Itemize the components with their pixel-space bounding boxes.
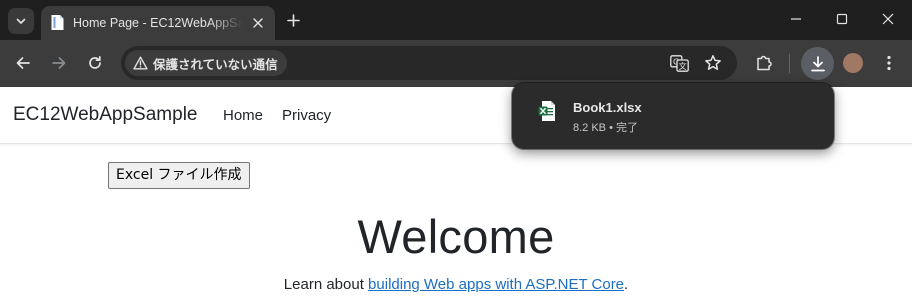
create-excel-button[interactable]: Excel ファイル作成: [108, 162, 250, 189]
svg-text:文: 文: [678, 61, 686, 71]
warning-icon: [133, 56, 148, 70]
close-icon: [253, 18, 263, 28]
browser-window: Home Page - EC12WebAppSample: [0, 0, 912, 301]
bookmark-button[interactable]: [703, 53, 723, 73]
address-bar[interactable]: 保護されていない通信 G 文: [121, 46, 737, 80]
tab-search-button[interactable]: [8, 8, 34, 34]
chevron-down-icon: [16, 18, 26, 24]
download-bubble: Book1.xlsx 8.2 KB • 完了: [512, 83, 834, 149]
plus-icon: [286, 13, 300, 27]
reload-button[interactable]: [80, 48, 110, 78]
profile-avatar[interactable]: [843, 53, 863, 73]
security-label: 保護されていない通信: [153, 57, 278, 72]
security-chip[interactable]: 保護されていない通信: [125, 50, 287, 76]
download-file-name[interactable]: Book1.xlsx: [573, 100, 642, 115]
tab-strip: Home Page - EC12WebAppSample: [0, 0, 912, 40]
site-brand-link[interactable]: EC12WebAppSample: [13, 104, 197, 126]
star-icon: [705, 55, 721, 70]
minimize-button[interactable]: [773, 0, 819, 38]
browser-menu-button[interactable]: [874, 48, 904, 78]
back-button[interactable]: [8, 48, 38, 78]
learn-about-text: Learn about building Web apps with ASP.N…: [0, 275, 912, 295]
new-tab-button[interactable]: [281, 8, 305, 32]
forward-button[interactable]: [44, 48, 74, 78]
maximize-button[interactable]: [819, 0, 865, 38]
tab-title: Home Page - EC12WebAppSample: [73, 16, 243, 30]
aspnet-core-link[interactable]: building Web apps with ASP.NET Core: [368, 276, 624, 293]
close-icon: [882, 13, 894, 25]
download-status: 8.2 KB • 完了: [573, 122, 638, 134]
minimize-icon: [791, 18, 801, 20]
browser-toolbar: 保護されていない通信 G 文: [0, 40, 912, 87]
kebab-menu-icon: [887, 55, 891, 71]
arrow-left-icon: [16, 57, 30, 69]
download-icon: [810, 55, 825, 71]
translate-button[interactable]: G 文: [669, 53, 689, 73]
welcome-heading: Welcome: [357, 210, 555, 263]
document-icon: [51, 15, 64, 30]
tab-close-button[interactable]: [249, 14, 267, 32]
reload-icon: [89, 55, 101, 69]
download-button[interactable]: [801, 47, 834, 80]
puzzle-icon: [757, 55, 772, 71]
extensions-button[interactable]: [749, 48, 779, 78]
learn-suffix: .: [624, 276, 629, 293]
window-close-button[interactable]: [865, 0, 911, 38]
nav-link-home[interactable]: Home: [223, 107, 263, 124]
arrow-right-icon: [52, 57, 66, 69]
nav-link-privacy[interactable]: Privacy: [282, 107, 331, 124]
learn-prefix: Learn about: [283, 276, 369, 293]
toolbar-divider: [789, 54, 790, 73]
translate-icon: G 文: [669, 54, 689, 72]
browser-tab[interactable]: Home Page - EC12WebAppSample: [41, 6, 275, 40]
excel-file-icon[interactable]: [538, 100, 556, 122]
maximize-icon: [836, 13, 848, 25]
